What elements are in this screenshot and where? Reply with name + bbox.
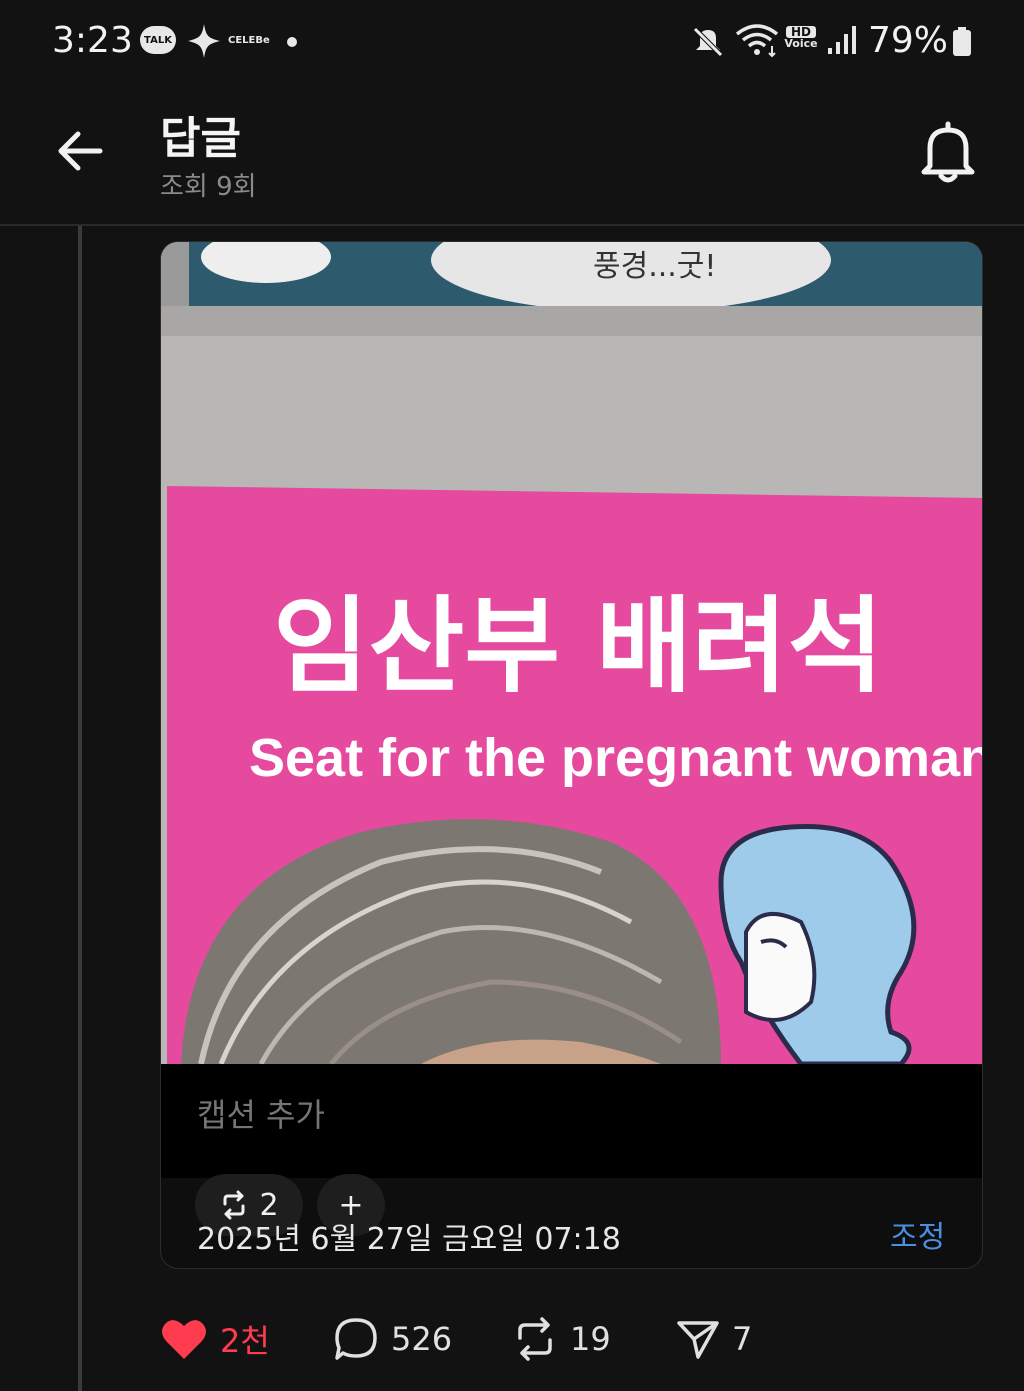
edit-button[interactable]: 조정 [890, 1212, 945, 1256]
post-date: 2025년 6월 27일 금요일 07:18 [197, 1222, 621, 1257]
repost-icon [518, 1317, 552, 1361]
talk-icon: TALK [140, 26, 176, 54]
notification-dot-icon [287, 37, 297, 47]
wifi-icon [735, 24, 779, 58]
caption-bar [161, 1064, 982, 1178]
talk-badge-label: TALK [144, 34, 172, 46]
share-button[interactable]: 7 [676, 1314, 752, 1364]
voice-label: Voice [784, 37, 818, 50]
battery-icon [953, 27, 971, 56]
reply-button[interactable]: 526 [333, 1314, 452, 1364]
post-photo[interactable]: 풍경...굿! 임산부 배려석 Seat for the pregnant wo… [161, 242, 982, 1064]
share-count: 7 [732, 1320, 753, 1358]
mute-icon [693, 27, 723, 57]
view-count: 조회 9회 [160, 172, 257, 202]
like-button[interactable]: 2천 [160, 1314, 270, 1364]
heart-icon [162, 1320, 206, 1359]
like-count: 2천 [220, 1322, 270, 1360]
repost-button[interactable]: 19 [512, 1314, 611, 1364]
page-title: 답글 [160, 113, 241, 164]
signal-icon [828, 26, 856, 54]
celebe-label: CELEBe [228, 35, 270, 46]
sparkle-icon [188, 24, 220, 58]
bell-icon[interactable] [916, 118, 980, 186]
send-icon [677, 1321, 719, 1359]
comment-icon [335, 1318, 377, 1360]
reply-count: 526 [391, 1320, 453, 1358]
poster-speech-text: 풍경...굿! [593, 249, 716, 284]
repost-count: 19 [570, 1320, 611, 1358]
sign-korean-text: 임산부 배려석 [273, 585, 883, 707]
thread-line [78, 226, 82, 1391]
caption-input[interactable] [197, 1096, 897, 1134]
post-card: 풍경...굿! 임산부 배려석 Seat for the pregnant wo… [160, 241, 983, 1269]
sign-english-text: Seat for the pregnant woman [249, 728, 982, 788]
battery-percent: 79% [868, 20, 949, 61]
hd-voice-icon: HD Voice [784, 26, 818, 58]
back-arrow-icon[interactable] [52, 122, 110, 180]
header-divider [0, 224, 1024, 226]
status-time: 3:23 [52, 20, 133, 61]
